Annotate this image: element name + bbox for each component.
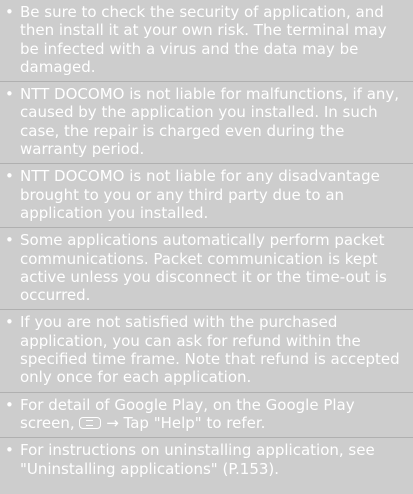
notes-list: • Be sure to check the security of appli… <box>0 0 413 483</box>
note-text: NTT DOCOMO is not liable for malfunction… <box>20 85 400 159</box>
bullet-icon: • <box>5 3 14 21</box>
note-text-after: → Tap "Help" to refer. <box>106 413 266 432</box>
bullet-icon: • <box>5 167 14 186</box>
bullet-icon: • <box>5 395 14 414</box>
list-item: • NTT DOCOMO is not liable for any disad… <box>0 164 413 229</box>
bullet-icon: • <box>5 441 14 460</box>
bullet-icon: • <box>5 313 14 332</box>
menu-key-icon <box>79 416 102 429</box>
note-text: Be sure to check the security of applica… <box>20 3 387 76</box>
note-text: For instructions on uninstalling applica… <box>20 441 375 478</box>
list-item: • If you are not satisfied with the purc… <box>0 310 413 393</box>
list-item: • For detail of Google Play, on the Goog… <box>0 393 413 439</box>
note-text: NTT DOCOMO is not liable for any disadva… <box>20 167 380 222</box>
list-item: • NTT DOCOMO is not liable for malfuncti… <box>0 82 413 165</box>
list-item: • Some applications automatically perfor… <box>0 228 413 311</box>
bullet-icon: • <box>5 85 14 104</box>
list-item: • Be sure to check the security of appli… <box>0 0 413 83</box>
bullet-icon: • <box>5 231 14 250</box>
note-text: If you are not satisfied with the purcha… <box>20 313 400 387</box>
note-text: Some applications automatically perform … <box>20 231 387 305</box>
list-item: • For instructions on uninstalling appli… <box>0 438 413 483</box>
